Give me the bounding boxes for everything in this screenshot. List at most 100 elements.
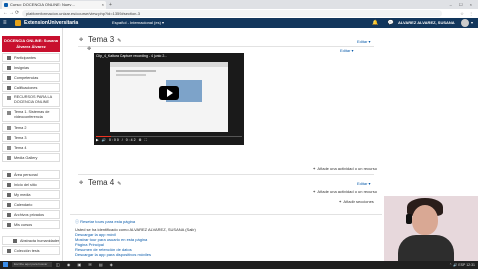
sidebar-item-mis-cursos[interactable]: Mis cursos [2,220,60,229]
taskbar-search[interactable]: Escribe aquí para buscar [12,262,52,267]
sidebar-item-insignias[interactable]: Insignias [2,63,60,72]
sidebar-item-inicio[interactable]: Inicio del sitio [2,180,60,189]
check-icon [7,76,11,80]
folder-icon [7,111,11,115]
section-title-text: Tema 4 [88,178,115,187]
sidebar-item-participantes[interactable]: Participantes [2,53,60,62]
sidebar-item-label: Tema 3 [14,136,27,140]
new-tab-button[interactable]: + [109,1,112,9]
folder-icon [7,126,11,130]
notifications-messages-icons[interactable]: 🔔 💬 [372,18,398,28]
divider [78,174,374,175]
add-activity-link-tema-3[interactable]: + Añade una actividad o un recurso [313,166,377,171]
site-name[interactable]: ExtensionUniversitaria [24,18,78,28]
sidebar-item-calendario[interactable]: Calendario [2,200,60,209]
sidebar-item-tema-1[interactable]: Tema 1. Sistemas de videoconferencia [2,108,60,122]
section-title-tema-3[interactable]: Tema 3 ✎ [88,35,121,44]
section-edit-menu[interactable]: Editar ▾ [357,39,371,44]
activity-edit-menu[interactable]: Editar ▾ [340,48,354,53]
footer-divider [70,214,382,215]
sidebar-item-tema-4[interactable]: Tema 4 [2,143,60,152]
sidebar-item-label: My media [14,193,31,197]
dashboard-icon [7,173,11,177]
close-tab-icon[interactable]: × [102,1,104,9]
file-icon [7,213,11,217]
menu-icon[interactable]: ≡ [3,18,7,28]
sidebar-item-label: Mis cursos [14,223,33,227]
chevron-down-icon[interactable]: ▾ [471,18,473,28]
course-icon [13,239,17,243]
courses-icon [7,223,11,227]
sidebar-item-label: Archivos privados [14,213,44,217]
sidebar-item-area-personal[interactable]: Área personal [2,170,60,179]
users-icon [7,56,11,60]
tab-title: Curso: DOCENCIA ONLINE: Nuev… [10,2,76,7]
language-selector[interactable]: Español - Internacional (es) ▾ [112,18,164,28]
user-name[interactable]: ALVAREZ ALVAREZ, SUSANA [398,18,455,28]
sidebar-item-label: Colección tesis [14,249,40,253]
sidebar-item-tema-3[interactable]: Tema 3 [2,133,60,142]
home-icon [7,183,11,187]
add-sections-link[interactable]: + Añadir secciones [339,199,374,204]
sidebar-item-label: Área personal [14,173,38,177]
system-tray[interactable]: ⌃ 🔊 ESP 12:31 [449,261,475,269]
folder-icon [7,146,11,150]
sidebar-item-media-gallery[interactable]: Media Gallery [2,153,60,162]
sidebar-item-label: Participantes [14,56,36,60]
folder-icon [7,96,11,100]
section-edit-menu[interactable]: Editar ▾ [357,181,371,186]
sidebar-item-label: Tema 4 [14,146,27,150]
browser-tab[interactable]: Curso: DOCENCIA ONLINE: Nuev… × [2,1,106,9]
folder-icon [7,156,11,160]
play-icon [167,89,173,97]
sidebar-item-calificaciones[interactable]: Calificaciones [2,83,60,92]
sidebar-item-tema-2[interactable]: Tema 2 [2,123,60,132]
play-button[interactable] [159,86,179,100]
windows-start-icon[interactable] [3,262,8,267]
plus-icon: + [313,166,316,171]
reload-icon[interactable]: ⟳ [15,9,19,18]
footer-reset-label: Resetar tours para esta página [80,219,136,224]
url-field[interactable]: platformformacion.unizar.es/course/view.… [22,10,442,17]
webcam-person-face [412,205,438,235]
move-handle-icon[interactable]: ✥ [79,180,83,186]
footer-link[interactable]: Descargar la app para dispositivos móvil… [75,252,151,257]
section-title-text: Tema 3 [88,35,115,44]
sidebar-item-abstracta[interactable]: Abstracta humanidades [2,236,60,245]
back-icon[interactable]: ← [3,9,8,18]
add-activity-label: Añade una actividad o un recurso [317,166,377,171]
sidebar-item-archivos-privados[interactable]: Archivos privados [2,210,60,219]
sidebar-item-my-media[interactable]: My media [2,190,60,199]
section-title-tema-4[interactable]: Tema 4 ✎ [88,178,121,187]
move-handle-icon[interactable]: ✥ [79,37,83,43]
badge-icon [7,66,11,70]
sidebar-course-block[interactable]: DOCENCIA ONLINE: Susana Álvarez Álvarez [2,36,60,52]
sidebar-item-label: Competencias [14,76,39,80]
sidebar-item-label: Tema 2 [14,126,27,130]
calendar-icon [7,203,11,207]
divider [78,46,374,47]
add-activity-link-tema-4[interactable]: + Añade una actividad o un recurso [313,189,377,194]
taskbar-apps[interactable]: ◫ ◉ ▣ ✉ ▤ ◈ [56,261,116,269]
forward-icon[interactable]: → [9,9,14,18]
logo-icon [15,20,21,26]
pencil-icon[interactable]: ✎ [117,181,121,187]
sidebar-item-label: Tema 1. Sistemas de videoconferencia [14,110,50,119]
sidebar-item-recursos[interactable]: RECURSOS PARA LA DOCENCIA ONLINE [2,93,60,107]
bookmark-menu-icons[interactable]: ☆ ⋮ [460,9,475,18]
folder-icon [7,136,11,140]
favicon-icon [4,2,8,7]
sidebar-item-coleccion-tesis[interactable]: Colección tesis [2,246,60,255]
pencil-icon[interactable]: ✎ [117,38,121,44]
footer-reset-tours[interactable]: ⓘ Resetar tours para esta página [75,219,135,224]
sidebar-item-label: Inicio del sitio [14,183,37,187]
video-progress[interactable] [96,136,242,137]
add-sections-label: Añadir secciones [343,199,374,204]
window-controls[interactable]: – ☐ × [450,0,475,9]
video-controls[interactable]: ▶ 🔊 0:00 / 0:42 ⚙ ⛶ [96,138,148,142]
avatar[interactable] [461,19,469,27]
move-activity-icon[interactable]: ✥ [87,46,91,52]
sidebar-item-competencias[interactable]: Competencias [2,73,60,82]
add-activity-label: Añade una actividad o un recurso [317,189,377,194]
sidebar-item-label: Insignias [14,66,29,70]
